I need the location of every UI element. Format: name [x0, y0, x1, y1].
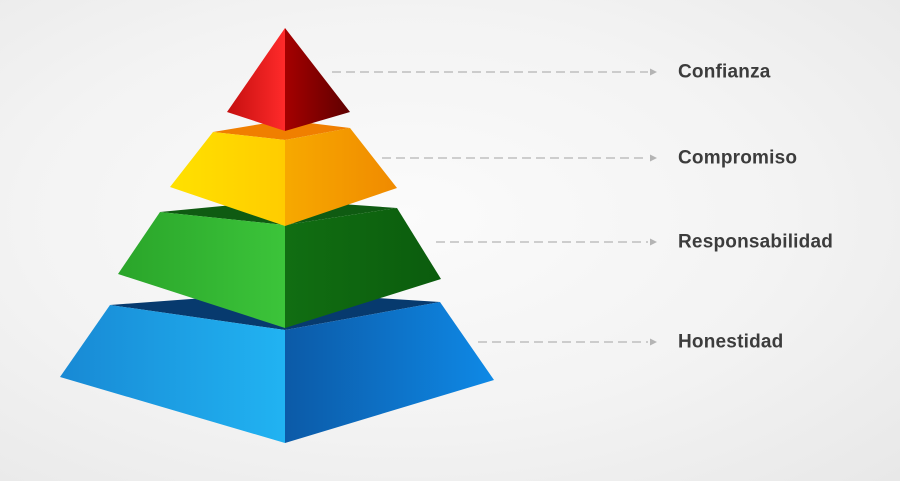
arrow-honestidad — [650, 338, 657, 346]
tier-confianza-right — [285, 28, 350, 131]
arrow-compromiso — [650, 154, 657, 162]
tier-honestidad-left — [60, 305, 285, 443]
arrow-confianza — [650, 68, 657, 76]
label-honestidad: Honestidad — [678, 331, 784, 353]
pyramid-diagram: Confianza Compromiso Responsabilidad Hon… — [0, 0, 900, 481]
arrow-responsabilidad — [650, 238, 657, 246]
connector-arrows — [650, 68, 657, 346]
label-responsabilidad: Responsabilidad — [678, 231, 834, 253]
label-confianza: Confianza — [678, 61, 771, 83]
tier-confianza — [227, 28, 350, 131]
label-compromiso: Compromiso — [678, 147, 798, 169]
tier-confianza-left — [227, 28, 285, 131]
